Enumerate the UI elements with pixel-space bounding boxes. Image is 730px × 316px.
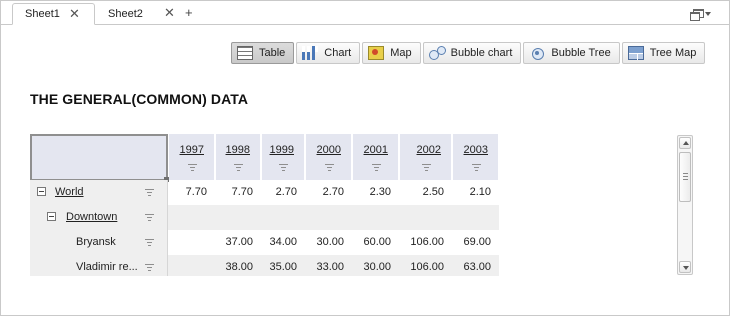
column-header[interactable]: 2001 [353, 134, 399, 180]
table-cell[interactable]: 106.00 [400, 236, 444, 248]
table-cell[interactable]: 7.70 [169, 186, 207, 198]
table-corner-cell[interactable] [30, 134, 169, 182]
table-cell[interactable]: 30.00 [306, 236, 344, 248]
add-sheet-icon[interactable]: + [185, 6, 193, 19]
tab-sheet2[interactable]: Sheet2 ✕ [97, 3, 177, 25]
column-header-label[interactable]: 1998 [226, 144, 250, 156]
filter-icon[interactable] [145, 189, 154, 196]
row-header: World [30, 180, 168, 205]
column-header-label[interactable]: 1999 [270, 144, 294, 156]
table-cell[interactable]: 69.00 [453, 236, 491, 248]
button-label: Table [259, 47, 286, 59]
data-table: 1997 1998 1999 2000 2001 2002 2003 World 7.70 7.7… [30, 134, 499, 276]
scroll-thumb[interactable] [679, 152, 691, 202]
vertical-scrollbar[interactable] [677, 135, 693, 275]
column-header[interactable]: 2003 [453, 134, 499, 180]
filter-icon[interactable] [145, 264, 154, 271]
table-view-button[interactable]: Table [231, 42, 295, 64]
table-cell[interactable]: 7.70 [216, 186, 253, 198]
column-header[interactable]: 2002 [400, 134, 452, 180]
scroll-up-icon[interactable] [679, 137, 691, 149]
windows-icon [690, 9, 704, 21]
column-header-label[interactable]: 2002 [417, 144, 441, 156]
row-header: Vladimir re... [30, 255, 168, 276]
close-icon[interactable]: ✕ [164, 6, 175, 19]
bubble-chart-view-button[interactable]: Bubble chart [422, 42, 522, 64]
filter-icon[interactable] [421, 164, 431, 171]
column-header-label[interactable]: 2001 [364, 144, 388, 156]
filter-icon[interactable] [234, 164, 243, 171]
tree-map-icon [627, 46, 644, 60]
tab-sheet1[interactable]: Sheet1 ✕ [12, 3, 95, 25]
button-label: Bubble Tree [551, 47, 611, 59]
button-label: Map [390, 47, 412, 59]
row-header-label[interactable]: World [55, 186, 84, 198]
filter-icon[interactable] [371, 164, 381, 171]
sheet-tab-strip: Sheet1 ✕ Sheet2 ✕ + [1, 1, 729, 25]
table-row: World 7.70 7.70 2.70 2.70 2.30 2.50 2.10 [30, 180, 499, 205]
tab-label: Sheet1 [25, 8, 60, 20]
button-label: Chart [324, 47, 352, 59]
table-cell[interactable]: 38.00 [216, 261, 253, 273]
filter-icon[interactable] [279, 164, 288, 171]
table-cell[interactable]: 2.70 [262, 186, 297, 198]
column-header[interactable]: 1997 [169, 134, 215, 180]
filter-icon[interactable] [471, 164, 481, 171]
map-icon [368, 46, 385, 60]
column-header-label[interactable]: 1997 [180, 144, 204, 156]
table-cell[interactable]: 2.50 [400, 186, 444, 198]
table-row: Bryansk 37.00 34.00 30.00 60.00 106.00 69.00 [30, 230, 499, 255]
table-row: Vladimir re... 38.00 35.00 33.00 30.00 106.00… [30, 255, 499, 276]
bar-chart-icon [302, 46, 319, 60]
column-header[interactable]: 1998 [216, 134, 261, 180]
chart-view-button[interactable]: Chart [296, 42, 361, 64]
bubble-tree-icon [529, 46, 545, 60]
row-header-label: Vladimir re... [76, 261, 138, 273]
row-header: Bryansk [30, 230, 168, 255]
filter-icon[interactable] [187, 164, 197, 171]
row-header: Downtown [30, 205, 168, 230]
filter-icon[interactable] [145, 239, 154, 246]
button-label: Bubble chart [450, 47, 513, 59]
table-cell[interactable]: 35.00 [262, 261, 297, 273]
close-icon[interactable]: ✕ [69, 7, 80, 20]
window-menu-button[interactable] [690, 9, 711, 21]
row-header-label: Bryansk [76, 236, 116, 248]
table-cell[interactable]: 34.00 [262, 236, 297, 248]
view-toolbar: Table Chart Map Bubble chart Bubble Tree… [231, 42, 706, 64]
table-cell[interactable]: 37.00 [216, 236, 253, 248]
chevron-down-icon [705, 11, 711, 16]
table-row: Downtown [30, 205, 499, 230]
column-header-label[interactable]: 2003 [464, 144, 488, 156]
tree-map-view-button[interactable]: Tree Map [621, 42, 706, 64]
table-cell[interactable]: 60.00 [353, 236, 391, 248]
table-cell[interactable]: 33.00 [306, 261, 344, 273]
table-cell[interactable]: 63.00 [453, 261, 491, 273]
table-cell[interactable]: 2.10 [453, 186, 491, 198]
column-header[interactable]: 1999 [262, 134, 305, 180]
tab-label: Sheet2 [108, 8, 143, 20]
row-header-label[interactable]: Downtown [66, 211, 117, 223]
table-cell[interactable]: 30.00 [353, 261, 391, 273]
table-cell[interactable]: 106.00 [400, 261, 444, 273]
table-cell[interactable]: 2.70 [306, 186, 344, 198]
filter-icon[interactable] [145, 214, 154, 221]
table-cell[interactable]: 2.30 [353, 186, 391, 198]
column-header[interactable]: 2000 [306, 134, 352, 180]
button-label: Tree Map [649, 47, 697, 59]
bubble-chart-icon [428, 46, 446, 60]
table-icon [237, 46, 253, 60]
collapse-icon[interactable] [47, 212, 56, 221]
collapse-icon[interactable] [37, 187, 46, 196]
column-header-label[interactable]: 2000 [317, 144, 341, 156]
page-title: THE GENERAL(COMMON) DATA [30, 91, 249, 107]
map-view-button[interactable]: Map [362, 42, 421, 64]
bubble-tree-view-button[interactable]: Bubble Tree [523, 42, 620, 64]
filter-icon[interactable] [324, 164, 334, 171]
scroll-down-icon[interactable] [679, 261, 691, 273]
